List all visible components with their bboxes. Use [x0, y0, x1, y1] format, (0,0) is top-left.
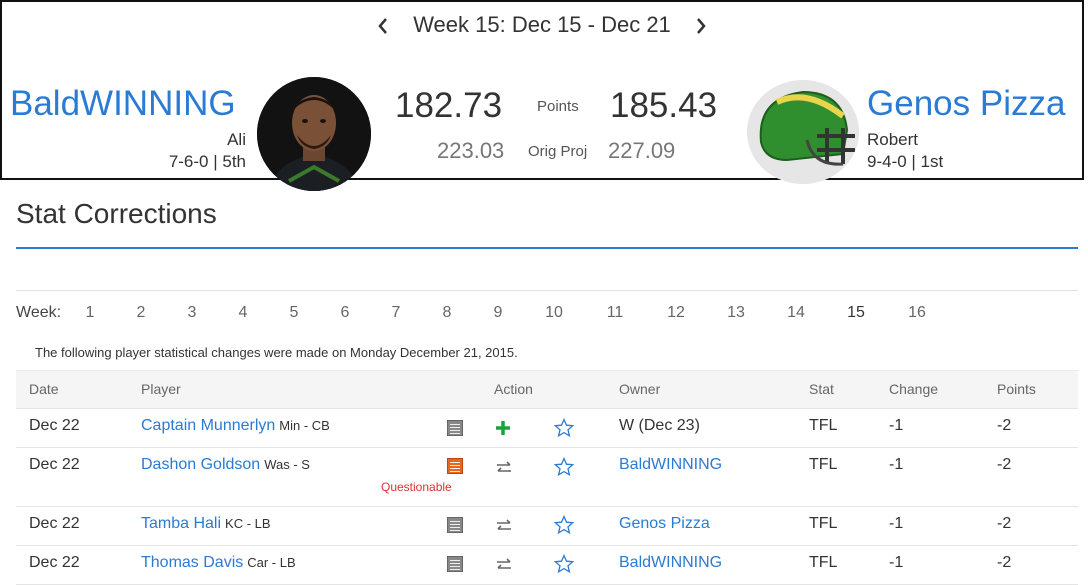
week-link-7[interactable]: 7 [384, 304, 408, 322]
player-name-link[interactable]: Thomas Davis [141, 554, 243, 571]
player-name-link[interactable]: Captain Munnerlyn [141, 417, 275, 434]
row-stat: TFL [809, 554, 838, 571]
player-position: KC - LB [225, 516, 271, 531]
row-change: -1 [889, 456, 904, 473]
matchup-header: Week 15: Dec 15 - Dec 21 BaldWINNING Ali… [0, 0, 1084, 191]
player-name-link[interactable]: Dashon Goldson [141, 456, 260, 473]
player-cell: Thomas Davis Car - LB [141, 554, 296, 572]
week-link-12[interactable]: 12 [664, 304, 688, 322]
row-points: -2 [997, 417, 1012, 434]
week-navigator: Week 15: Dec 15 - Dec 21 [2, 12, 1082, 40]
week-link-14[interactable]: 14 [784, 304, 808, 322]
week-link-15[interactable]: 15 [844, 304, 868, 322]
row-date: Dec 22 [29, 515, 80, 532]
helmet-icon [747, 80, 859, 184]
week-link-6[interactable]: 6 [333, 304, 357, 322]
player-position: Min - CB [279, 418, 330, 433]
week-link-5[interactable]: 5 [282, 304, 306, 322]
row-date: Dec 22 [29, 456, 80, 473]
player-photo-icon [257, 77, 371, 191]
week-link-9[interactable]: 9 [486, 304, 510, 322]
player-news-icon[interactable] [447, 517, 463, 533]
week-link-2[interactable]: 2 [129, 304, 153, 322]
week-link-13[interactable]: 13 [724, 304, 748, 322]
header-change: Change [889, 381, 939, 397]
row-date: Dec 22 [29, 417, 80, 434]
row-points: -2 [997, 515, 1012, 532]
header-player: Player [141, 381, 181, 397]
player-position: Was - S [264, 457, 310, 472]
table-header: Date Player Action Owner Stat Change Poi… [16, 370, 1078, 409]
week-selector-label: Week: [16, 304, 62, 321]
left-team-points: 182.73 [395, 86, 503, 125]
table-row: Dec 22 Tamba Hali KC - LB Genos Pizza TFL… [16, 507, 1078, 546]
row-change: -1 [889, 515, 904, 532]
watchlist-star-icon[interactable] [553, 417, 575, 438]
right-team-record: 9-4-0 | 1st [867, 152, 944, 171]
week-link-16[interactable]: 16 [905, 304, 929, 322]
row-points: -2 [997, 554, 1012, 571]
page-title: Stat Corrections [16, 198, 217, 229]
section-divider [16, 290, 1078, 291]
header-action: Action [494, 381, 533, 397]
next-week-arrow-icon[interactable] [689, 12, 713, 40]
player-news-icon[interactable] [447, 556, 463, 572]
row-points: -2 [997, 456, 1012, 473]
week-link-10[interactable]: 10 [542, 304, 566, 322]
row-owner-link[interactable]: Genos Pizza [619, 515, 710, 533]
left-team-owner: Ali [227, 130, 246, 149]
row-change: -1 [889, 417, 904, 434]
header-stat: Stat [809, 381, 834, 397]
row-owner-link[interactable]: BaldWINNING [619, 456, 722, 474]
row-stat: TFL [809, 515, 838, 532]
player-name-link[interactable]: Tamba Hali [141, 515, 221, 532]
player-cell: Tamba Hali KC - LB [141, 515, 271, 533]
orig-proj-label: Orig Proj [528, 143, 588, 160]
trade-icon[interactable] [494, 516, 514, 536]
row-stat: TFL [809, 456, 838, 473]
header-points: Points [997, 381, 1036, 397]
points-label: Points [537, 98, 579, 115]
title-divider [16, 247, 1078, 249]
left-team-avatar[interactable] [257, 77, 371, 191]
row-owner-link[interactable]: BaldWINNING [619, 554, 722, 572]
row-change: -1 [889, 554, 904, 571]
right-team-avatar[interactable] [747, 80, 859, 184]
left-team-record: 7-6-0 | 5th [168, 152, 246, 171]
left-team-orig-proj: 223.03 [437, 138, 505, 163]
watchlist-star-icon[interactable] [553, 514, 575, 535]
player-cell: Dashon Goldson Was - S [141, 456, 310, 474]
week-link-3[interactable]: 3 [180, 304, 204, 322]
player-cell: Captain Munnerlyn Min - CB [141, 417, 330, 435]
watchlist-star-icon[interactable] [553, 553, 575, 574]
table-row: Dec 22 Captain Munnerlyn Min - CB W (Dec … [16, 408, 1078, 448]
player-position: Car - LB [247, 555, 296, 570]
table-row: Dec 22 Dashon Goldson Was - S Questionabl… [16, 448, 1078, 507]
stat-change-notice: The following player statistical changes… [35, 345, 518, 360]
right-team-points: 185.43 [610, 86, 718, 125]
add-player-icon[interactable] [494, 419, 514, 439]
week-link-8[interactable]: 8 [435, 304, 459, 322]
week-label: Week 15: Dec 15 - Dec 21 [413, 12, 671, 37]
left-team-name[interactable]: BaldWINNING [10, 84, 236, 124]
week-link-4[interactable]: 4 [231, 304, 255, 322]
right-team-orig-proj: 227.09 [608, 138, 676, 163]
trade-icon[interactable] [494, 458, 514, 478]
row-stat: TFL [809, 417, 838, 434]
trade-icon[interactable] [494, 555, 514, 575]
injury-status: Questionable [381, 480, 452, 494]
row-date: Dec 22 [29, 554, 80, 571]
player-news-alert-icon[interactable] [447, 458, 463, 474]
right-team-name[interactable]: Genos Pizza [867, 84, 1065, 124]
prev-week-arrow-icon[interactable] [371, 12, 395, 40]
week-link-11[interactable]: 11 [603, 304, 627, 322]
header-owner: Owner [619, 381, 661, 397]
right-team-owner: Robert [867, 130, 919, 149]
week-link-1[interactable]: 1 [78, 304, 102, 322]
header-date: Date [29, 381, 59, 397]
table-row: Dec 22 Thomas Davis Car - LB BaldWINNING … [16, 546, 1078, 585]
row-owner: W (Dec 23) [619, 417, 700, 434]
watchlist-star-icon[interactable] [553, 456, 575, 477]
player-news-icon[interactable] [447, 420, 463, 436]
